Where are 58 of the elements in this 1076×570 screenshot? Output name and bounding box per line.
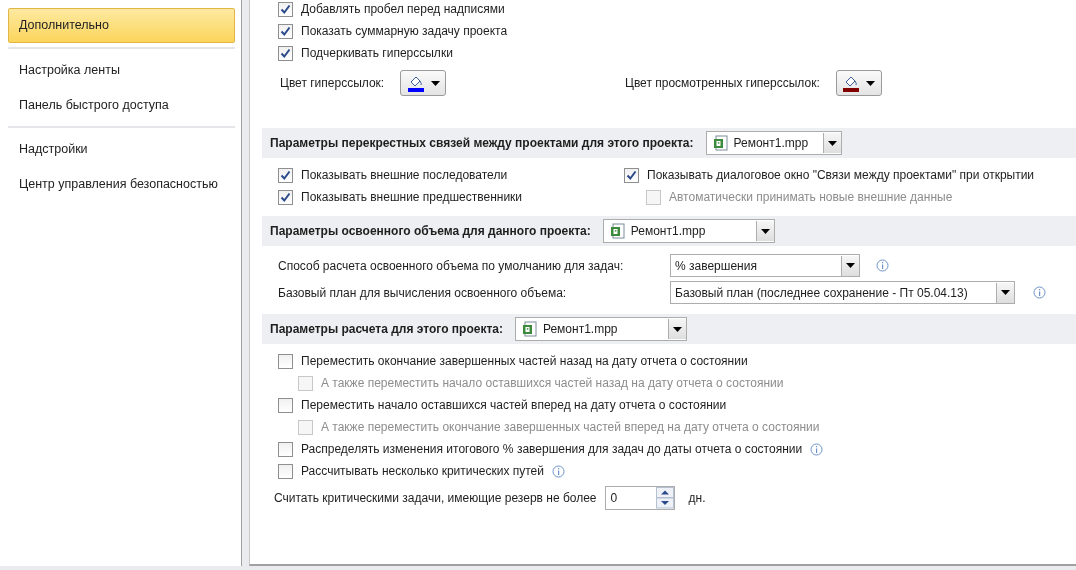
checkbox-label: Показать суммарную задачу проекта <box>301 23 508 40</box>
checkbox-label: Подчеркивать гиперссылки <box>301 45 453 62</box>
checkbox-label: Рассчитывать несколько критических путей <box>301 463 544 480</box>
project-file-icon <box>609 223 626 239</box>
color-label: Цвет просмотренных гиперссылок: <box>625 75 820 92</box>
caret-icon <box>827 140 837 146</box>
checkbox-label: Показывать внешние предшественники <box>301 189 523 206</box>
checkbox[interactable] <box>278 1 293 17</box>
spin-arrows-icon[interactable] <box>655 487 674 509</box>
checkbox[interactable] <box>278 189 293 205</box>
select-field[interactable]: Базовый план (последнее сохранение - Пт 05.04.13) <box>670 281 1015 304</box>
caret-icon <box>672 326 682 332</box>
checkbox-label: Показывать внешние последователи <box>301 167 508 184</box>
checkbox[interactable] <box>624 167 639 183</box>
section-title: Параметры расчета для этого проекта: <box>270 321 503 338</box>
checkbox[interactable] <box>278 167 293 183</box>
number-field[interactable]: 0 <box>604 486 675 510</box>
paint-bucket-icon <box>406 74 425 92</box>
checkbox[interactable] <box>278 353 293 369</box>
field-label: Базовый план для вычисления освоенного объема: <box>278 284 568 302</box>
select-field[interactable]: % завершения <box>670 254 860 277</box>
color-picker-button[interactable] <box>400 70 447 96</box>
project-dropdown[interactable]: Ремонт1.mpp <box>514 317 687 341</box>
checkbox[interactable] <box>278 463 293 479</box>
checkbox-label: Переместить начало оставшихся частей вперед на дату отчета о состоянии <box>301 397 727 414</box>
caret-icon <box>846 263 855 268</box>
checkbox-label: Добавлять пробел перед надписями <box>301 1 505 18</box>
field-label: Способ расчета освоенного объема по умолчанию для задач: <box>278 257 625 275</box>
color-picker-button[interactable] <box>835 70 882 96</box>
sidebar-item[interactable]: Центр управления безопасностью <box>8 167 235 202</box>
sidebar-item[interactable]: Панель быстрого доступа <box>8 87 235 123</box>
unit-label: дн. <box>688 490 706 507</box>
project-dropdown[interactable]: Ремонт1.mpp <box>705 131 842 155</box>
checkbox-label: А также переместить начало оставшихся частей назад на дату отчета о состоянии <box>321 375 784 392</box>
project-dropdown[interactable]: Ремонт1.mpp <box>602 219 775 243</box>
caret-icon <box>760 228 770 234</box>
checkbox-label: Распределять изменения итогового % завершения для задач до даты отчета о состоянии <box>301 441 803 458</box>
project-file-icon <box>712 135 729 151</box>
checkbox-label: А также переместить окончание завершенных частей вперед на дату отчета о состоянии <box>321 419 820 436</box>
checkbox[interactable] <box>278 45 293 61</box>
paint-bucket-icon <box>842 74 861 92</box>
sidebar-item[interactable]: Настройка ленты <box>8 52 235 88</box>
section-title: Параметры перекрестных связей между проектами для этого проекта: <box>270 135 694 152</box>
color-label: Цвет гиперссылок: <box>280 75 385 92</box>
project-file-icon <box>521 321 538 337</box>
caret-icon <box>1001 290 1010 295</box>
sidebar-item[interactable]: Дополнительно <box>8 8 235 43</box>
checkbox[interactable] <box>278 397 293 413</box>
caret-icon <box>430 80 440 86</box>
field-label: Считать критическими задачи, имеющие резерв не более <box>274 490 597 507</box>
caret-icon <box>866 80 876 86</box>
checkbox[interactable] <box>278 23 293 39</box>
checkbox[interactable] <box>278 441 293 457</box>
checkbox-label: Автоматически принимать новые внешние данные <box>669 189 953 206</box>
section-title: Параметры освоенного объема для данного проекта: <box>270 223 591 240</box>
sidebar-item[interactable]: Надстройки <box>8 132 235 167</box>
checkbox-label: Переместить окончание завершенных частей назад на дату отчета о состоянии <box>301 353 748 370</box>
checkbox-label: Показывать диалоговое окно "Связи между проектами" при открытии <box>647 167 1035 184</box>
